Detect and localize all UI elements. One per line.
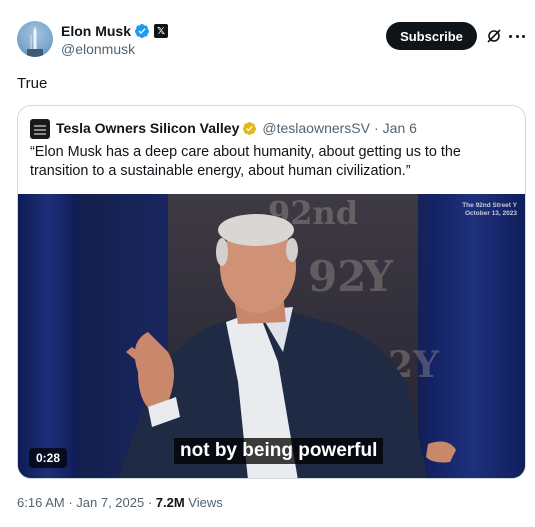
views-count[interactable]: 7.2M: [156, 495, 185, 510]
video-corner-line1: The 92nd Street Y: [462, 202, 517, 209]
tweet: Elon Musk 𝕏 @elonmusk Subscribe True Tes…: [0, 0, 535, 527]
tweet-text: True: [17, 75, 48, 92]
meta-separator: ·: [144, 495, 156, 510]
subscribe-button[interactable]: Subscribe: [386, 22, 477, 50]
quoted-display-name[interactable]: Tesla Owners Silicon Valley: [56, 120, 239, 136]
quoted-handle[interactable]: @teslaownersSV: [262, 120, 370, 136]
views-label: Views: [184, 495, 223, 510]
author-display-name[interactable]: Elon Musk: [61, 23, 131, 39]
author-avatar[interactable]: [17, 21, 53, 57]
video-corner-tag: The 92nd Street Y October 13, 2023: [462, 202, 517, 218]
grok-icon[interactable]: [486, 28, 502, 44]
x-affiliate-icon: 𝕏: [154, 24, 169, 38]
verified-badge-icon: [135, 24, 150, 38]
tweet-meta: 6:16 AM · Jan 7, 2025 · 7.2M Views: [17, 495, 223, 510]
gold-verified-badge-icon: [243, 121, 257, 135]
author-handle[interactable]: @elonmusk: [61, 41, 135, 57]
quoted-author-avatar[interactable]: [30, 119, 50, 139]
quoted-text: “Elon Musk has a deep care about humanit…: [30, 144, 461, 179]
video-corner-line2: October 13, 2023: [464, 210, 517, 217]
quoted-tweet[interactable]: Tesla Owners Silicon Valley @teslaowners…: [17, 105, 526, 479]
quoted-name-row: Tesla Owners Silicon Valley @teslaowners…: [56, 119, 417, 137]
video-curtain-left: [18, 194, 78, 478]
video-duration: 0:28: [29, 448, 68, 468]
quoted-separator: ·: [373, 120, 379, 136]
tweet-time[interactable]: 6:16 AM: [17, 495, 65, 510]
video-player[interactable]: 92nd 92 Y 92Y The 92nd Street Y October …: [18, 194, 525, 478]
quoted-date[interactable]: Jan 6: [383, 120, 417, 136]
tweet-date[interactable]: Jan 7, 2025: [76, 495, 144, 510]
meta-separator: ·: [64, 495, 77, 510]
author-name-row: Elon Musk 𝕏: [61, 22, 169, 40]
video-subtitle: not by being powerful: [174, 438, 384, 464]
more-icon[interactable]: [509, 28, 525, 44]
